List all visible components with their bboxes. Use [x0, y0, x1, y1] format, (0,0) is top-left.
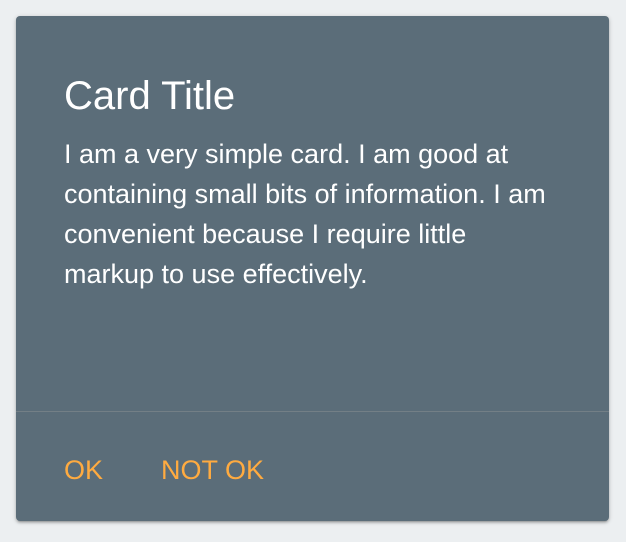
ok-link[interactable]: OK	[64, 454, 103, 486]
card-divider	[16, 411, 609, 412]
card: Card Title I am a very simple card. I am…	[16, 16, 609, 521]
card-action: OK NOT OK	[64, 454, 264, 486]
not-ok-link[interactable]: NOT OK	[161, 454, 264, 486]
card-title: Card Title	[64, 74, 236, 118]
card-content: Card Title I am a very simple card. I am…	[64, 72, 564, 294]
card-text: I am a very simple card. I am good at co…	[64, 139, 546, 289]
